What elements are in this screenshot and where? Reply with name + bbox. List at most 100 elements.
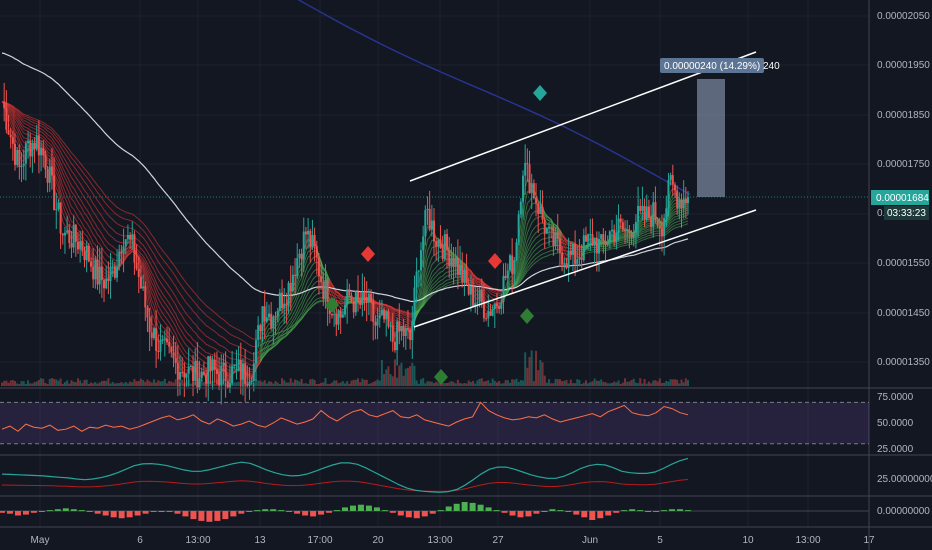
volume-bar <box>268 381 271 386</box>
volume-bar <box>580 383 583 386</box>
candle-body <box>476 302 479 304</box>
measure-range-box[interactable] <box>697 79 725 197</box>
volume-bar <box>3 380 6 386</box>
candle-body <box>495 303 498 307</box>
candle-body <box>189 366 192 368</box>
candle-body <box>600 234 603 240</box>
volume-bar <box>474 383 477 386</box>
volume-bar <box>359 382 362 386</box>
volume-bar <box>330 382 333 386</box>
candle-body <box>124 239 127 247</box>
candle-body <box>322 282 325 299</box>
candle-body <box>294 274 297 277</box>
histogram-bar <box>621 510 628 512</box>
volume-bar <box>535 350 538 386</box>
volume-bar <box>320 382 323 386</box>
time-tick-label: 10 <box>742 535 754 546</box>
candle-body <box>174 357 177 363</box>
histogram-bar <box>637 510 644 512</box>
volume-bar <box>31 383 34 386</box>
candle-body <box>419 250 422 271</box>
candle-body <box>11 137 14 144</box>
volume-bar <box>68 383 71 386</box>
candle-body <box>79 241 82 250</box>
candle-body <box>417 270 420 272</box>
histogram-bar <box>342 507 348 511</box>
volume-bar <box>341 381 344 386</box>
volume-bar <box>122 383 125 386</box>
candle-body <box>222 362 225 366</box>
candle-body <box>370 293 373 303</box>
volume-bar <box>411 362 414 386</box>
volume-bar <box>109 383 112 386</box>
time-tick-label: 5 <box>657 535 663 546</box>
candle-body <box>33 142 36 150</box>
volume-bar <box>146 379 149 386</box>
volume-bar <box>155 382 158 386</box>
volume-bar <box>107 378 110 386</box>
candle-body <box>107 278 110 281</box>
volume-bar <box>673 379 676 386</box>
candle-body <box>387 311 390 327</box>
volume-bar <box>139 378 142 386</box>
candle-body <box>139 276 142 289</box>
candle-body <box>55 209 58 211</box>
volume-bar <box>459 382 462 386</box>
volume-bar <box>450 381 453 386</box>
volume-bar <box>137 380 140 386</box>
volume-bar <box>124 382 127 386</box>
candle-body <box>220 365 223 386</box>
candle-body <box>276 310 279 317</box>
volume-bar <box>530 350 533 386</box>
volume-bar <box>493 380 496 386</box>
volume-bar <box>289 378 292 386</box>
time-tick-label: 13:00 <box>185 535 210 546</box>
volume-bar <box>532 381 535 386</box>
candle-body <box>463 269 466 283</box>
volume-bar <box>393 359 396 386</box>
histogram-bar <box>509 511 516 516</box>
candle-body <box>502 275 505 302</box>
volume-bar <box>283 380 286 386</box>
volume-bar <box>597 380 600 386</box>
candle-body <box>57 202 60 210</box>
histogram-bar <box>405 511 412 518</box>
volume-bar <box>626 381 629 386</box>
volume-bar <box>617 380 620 386</box>
candle-body <box>202 371 205 375</box>
candle-body <box>580 257 583 260</box>
candle-body <box>515 242 518 261</box>
candle-body <box>31 142 34 157</box>
volume-bar <box>502 383 505 386</box>
volume-bar <box>613 381 616 386</box>
candle-body <box>235 364 238 366</box>
candle-body <box>650 217 653 227</box>
volume-bar <box>133 379 136 386</box>
candle-body <box>261 306 264 332</box>
candle-body <box>100 266 103 281</box>
candle-body <box>604 240 607 246</box>
volume-bar <box>389 374 392 386</box>
candle-body <box>113 266 116 278</box>
time-tick-label: 13:00 <box>795 535 820 546</box>
volume-bar <box>265 383 268 386</box>
histogram-bar <box>6 511 13 514</box>
histogram-bar <box>373 507 380 511</box>
candle-body <box>537 203 540 215</box>
candle-body <box>142 286 145 289</box>
candle-body <box>302 231 305 260</box>
volume-bar <box>50 378 53 386</box>
volume-bar <box>372 382 375 386</box>
candle-body <box>545 228 548 234</box>
candle-body <box>576 259 579 264</box>
volume-bar <box>419 379 422 386</box>
volume-bar <box>476 380 479 386</box>
volume-bar <box>402 375 405 386</box>
candle-body <box>44 155 47 170</box>
volume-bar <box>660 382 663 386</box>
volume-bar <box>363 380 366 386</box>
volume-bar <box>202 382 205 386</box>
volume-bar <box>278 383 281 386</box>
candle-body <box>157 350 160 352</box>
trading-chart[interactable]: 0.00000240 (14.29%) 240 75.0000 50.0000 25… <box>0 0 932 550</box>
